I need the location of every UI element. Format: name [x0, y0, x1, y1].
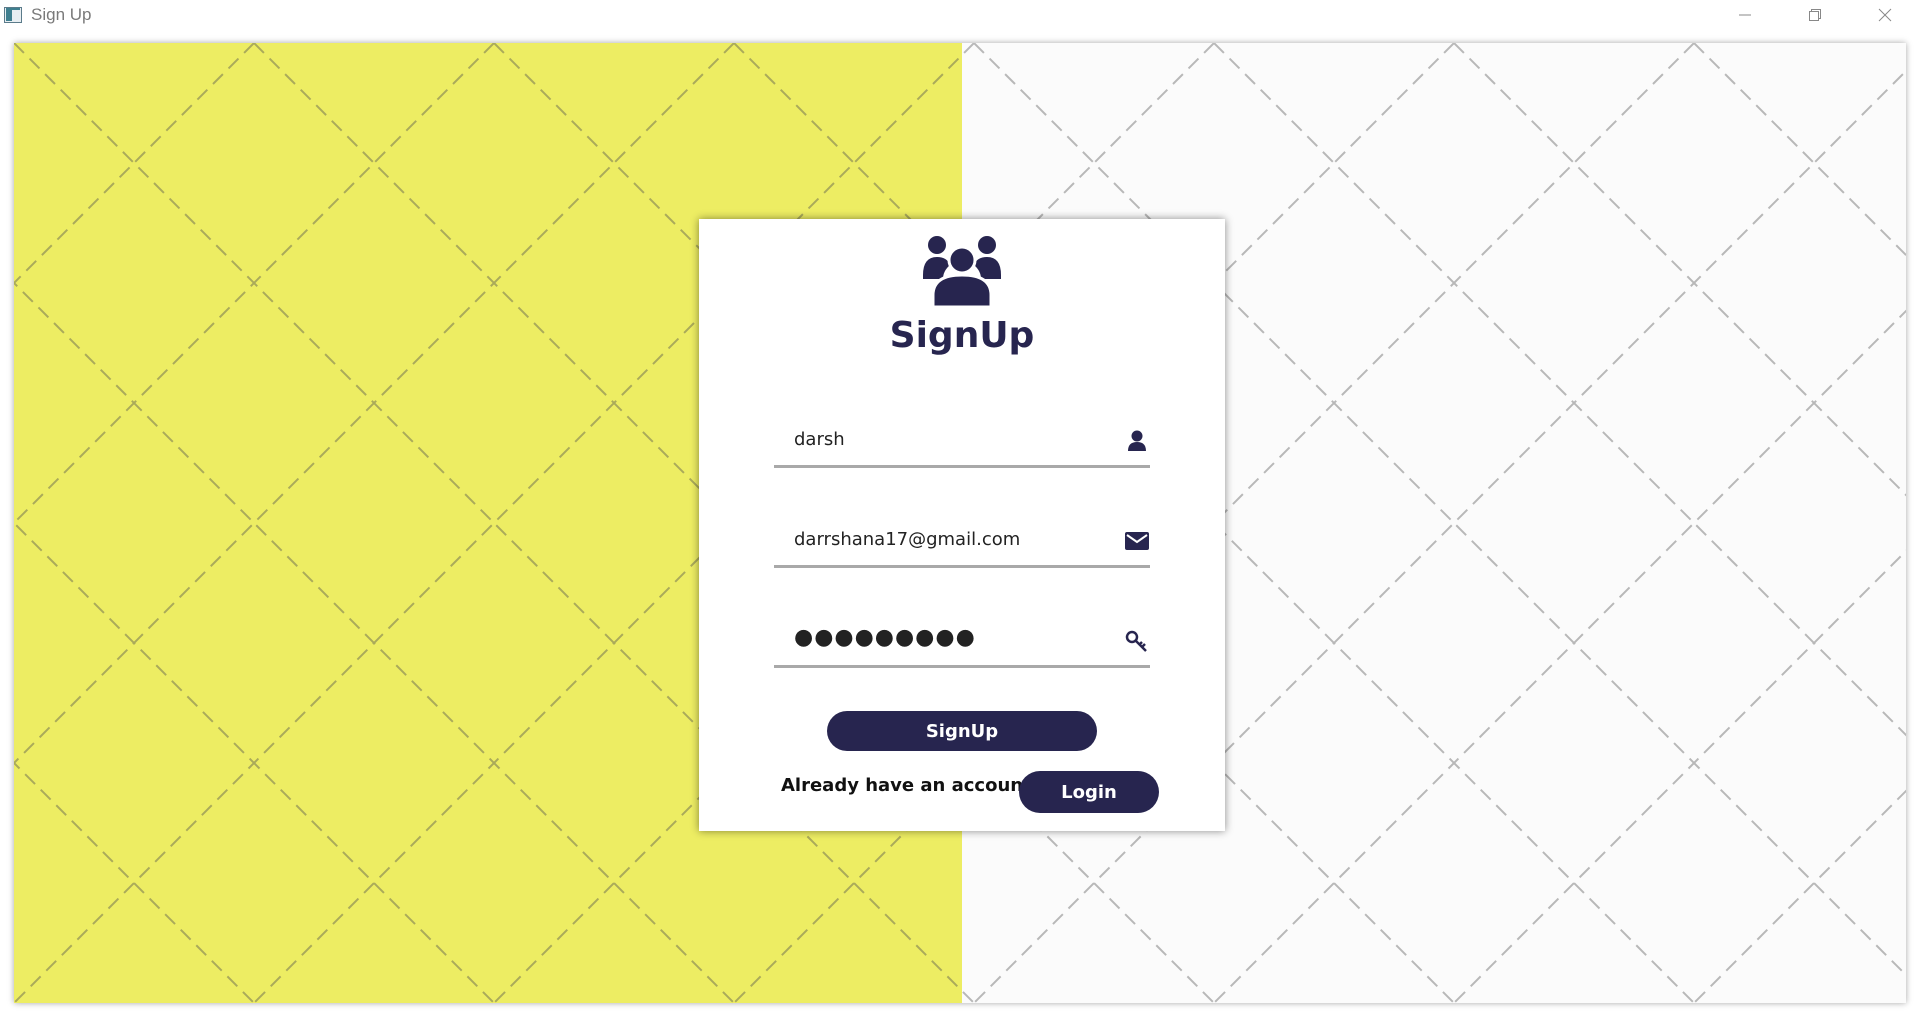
- window-controls: [1710, 0, 1920, 30]
- app-client-area: SignUp darsh darrshana17@gmail.com ●●●●●…: [14, 43, 1906, 1003]
- user-icon: [1124, 429, 1150, 453]
- login-prompt-text: Already have an account ?: [781, 775, 1049, 796]
- window-titlebar: Sign Up: [0, 0, 1920, 30]
- restore-button[interactable]: [1780, 0, 1850, 30]
- signup-card: SignUp darsh darrshana17@gmail.com ●●●●●…: [699, 219, 1225, 831]
- password-field[interactable]: ●●●●●●●●●: [774, 615, 1150, 668]
- email-field[interactable]: darrshana17@gmail.com: [774, 515, 1150, 568]
- key-icon: [1124, 629, 1150, 653]
- minimize-icon: [1739, 14, 1751, 16]
- password-input[interactable]: ●●●●●●●●●: [794, 625, 976, 650]
- close-button[interactable]: [1850, 0, 1920, 30]
- envelope-icon: [1124, 529, 1150, 553]
- minimize-button[interactable]: [1710, 0, 1780, 30]
- username-input[interactable]: darsh: [794, 429, 845, 450]
- signup-button[interactable]: SignUp: [827, 711, 1097, 751]
- username-field[interactable]: darsh: [774, 415, 1150, 468]
- window-title: Sign Up: [31, 5, 92, 24]
- login-button[interactable]: Login: [1019, 771, 1159, 813]
- restore-icon: [1809, 9, 1821, 21]
- close-icon: [1878, 8, 1892, 22]
- users-group-icon: [923, 236, 1001, 307]
- email-input[interactable]: darrshana17@gmail.com: [794, 529, 1020, 550]
- signup-title: SignUp: [889, 315, 1035, 356]
- app-window-icon: [3, 6, 23, 24]
